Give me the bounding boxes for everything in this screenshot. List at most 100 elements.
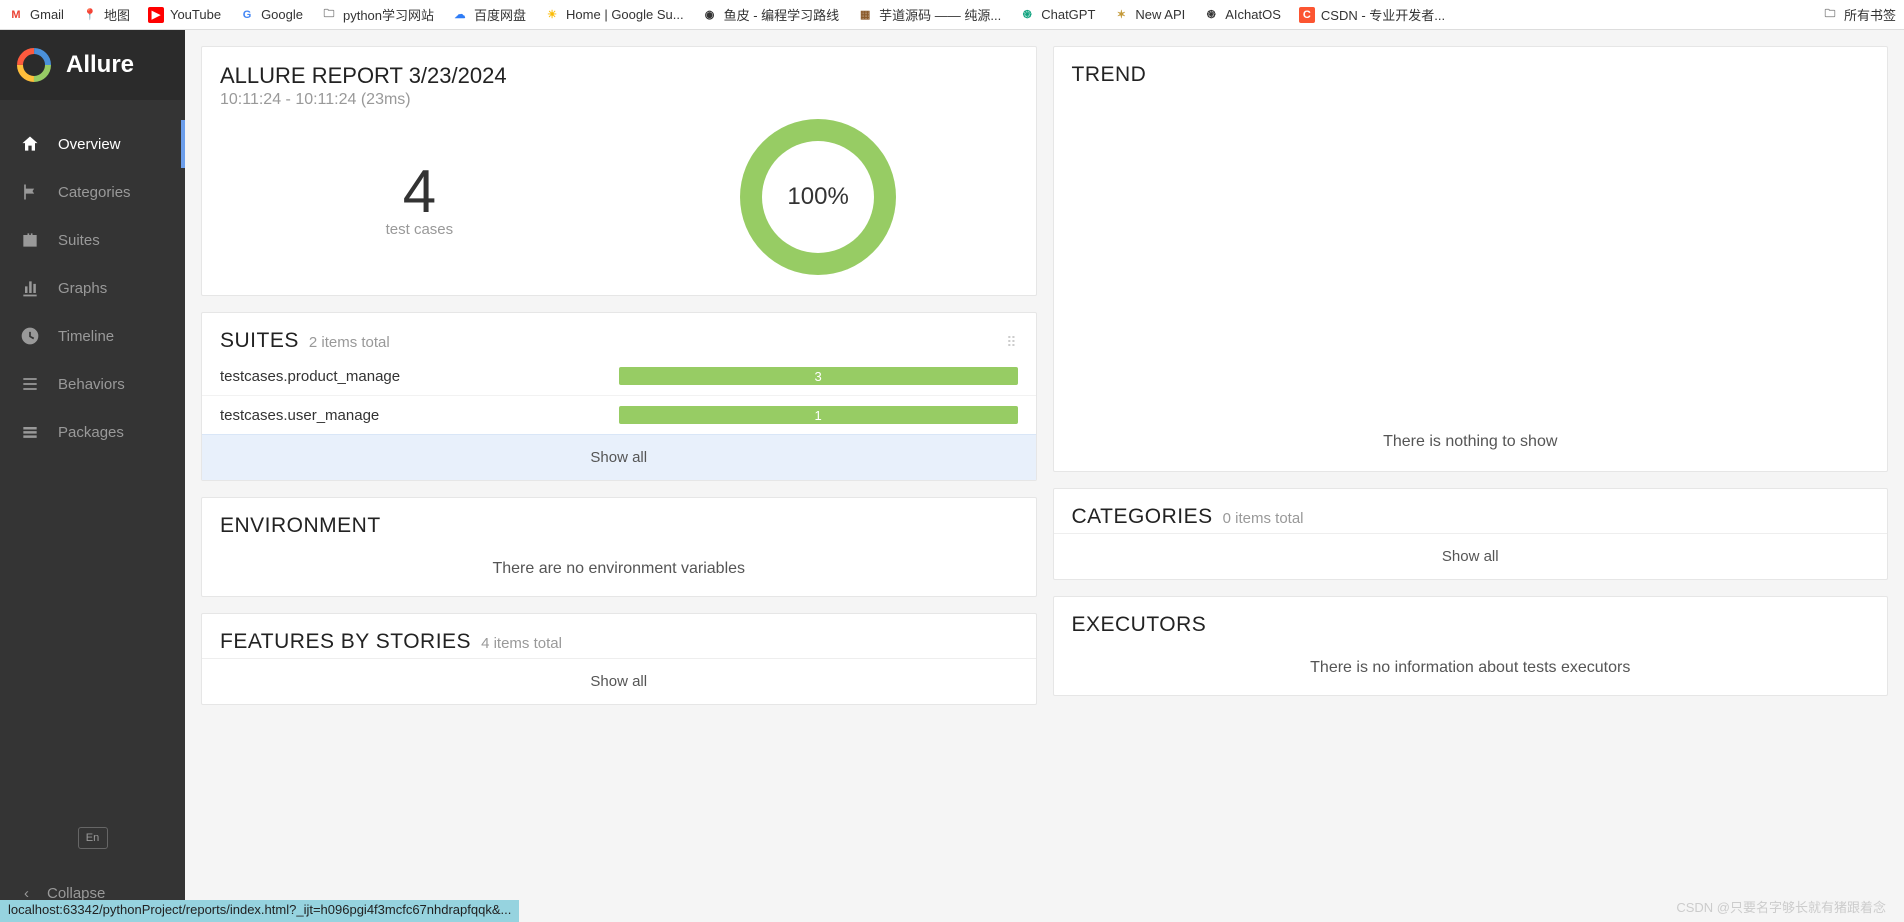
- suite-row[interactable]: testcases.user_manage 1: [202, 395, 1036, 434]
- executors-title: EXECUTORS: [1072, 613, 1207, 637]
- briefcase-icon: [20, 230, 40, 250]
- suite-name: testcases.product_manage: [220, 368, 619, 385]
- watermark: CSDN @只要名字够长就有猪跟着念: [1676, 897, 1886, 916]
- bookmark-aichatos[interactable]: ֍AIchatOS: [1203, 7, 1281, 23]
- drag-handle-icon[interactable]: ⠿: [1006, 334, 1017, 351]
- nav-label: Graphs: [58, 280, 107, 297]
- suite-bar: 3: [619, 367, 1018, 385]
- suites-show-all[interactable]: Show all: [202, 434, 1036, 480]
- nav-graphs[interactable]: Graphs: [0, 264, 185, 312]
- nav: Overview Categories Suites Graphs Timeli…: [0, 100, 185, 817]
- mask-icon: ▦: [857, 7, 873, 23]
- trend-empty: There is nothing to show: [1054, 91, 1888, 471]
- trend-title: TREND: [1072, 63, 1147, 87]
- bookmarks-bar: MGmail 📍地图 ▶YouTube GGoogle 🗀python学习网站 …: [0, 0, 1904, 30]
- bookmark-google-su[interactable]: ☀ Home | Google Su...: [544, 7, 684, 23]
- globe-icon: ◉: [702, 7, 718, 23]
- main-content: ALLURE REPORT 3/23/2024 10:11:24 - 10:11…: [185, 30, 1904, 922]
- summary-subtitle: 10:11:24 - 10:11:24 (23ms): [202, 89, 1036, 119]
- chart-icon: [20, 278, 40, 298]
- pass-donut: 100%: [619, 119, 1018, 275]
- csdn-icon: C: [1299, 7, 1315, 23]
- categories-show-all[interactable]: Show all: [1054, 533, 1888, 579]
- sidebar: Allure Overview Categories Suites Graphs…: [0, 30, 185, 922]
- bookmark-yupi[interactable]: ◉ 鱼皮 - 编程学习路线: [702, 5, 840, 24]
- nav-label: Timeline: [58, 328, 114, 345]
- bookmark-newapi[interactable]: ✶New API: [1113, 7, 1185, 23]
- pass-percent: 100%: [787, 183, 848, 211]
- nav-packages[interactable]: Packages: [0, 408, 185, 456]
- bookmark-label: 百度网盘: [474, 5, 526, 24]
- allure-logo-icon: [16, 47, 52, 83]
- logo-block[interactable]: Allure: [0, 30, 185, 100]
- categories-widget: CATEGORIES 0 items total Show all: [1053, 488, 1889, 580]
- bookmark-label: CSDN - 专业开发者...: [1321, 5, 1445, 24]
- bookmark-label: 所有书签: [1844, 5, 1896, 24]
- environment-title: ENVIRONMENT: [220, 514, 381, 538]
- nav-timeline[interactable]: Timeline: [0, 312, 185, 360]
- folder-icon: 🗀: [1822, 7, 1838, 23]
- gmail-icon: M: [8, 7, 24, 23]
- bookmark-label: 芋道源码 —— 纯源...: [879, 5, 1001, 24]
- bookmark-label: 鱼皮 - 编程学习路线: [724, 5, 840, 24]
- bookmark-label: python学习网站: [343, 5, 434, 24]
- bookmark-csdn[interactable]: C CSDN - 专业开发者...: [1299, 5, 1445, 24]
- summary-count: 4 test cases: [220, 157, 619, 238]
- test-count: 4: [220, 157, 619, 226]
- categories-subtitle: 0 items total: [1223, 510, 1304, 527]
- bookmark-all[interactable]: 🗀 所有书签: [1822, 5, 1896, 24]
- summary-widget: ALLURE REPORT 3/23/2024 10:11:24 - 10:11…: [201, 46, 1037, 296]
- bookmark-label: 地图: [104, 5, 130, 24]
- nav-behaviors[interactable]: Behaviors: [0, 360, 185, 408]
- layers-icon: [20, 422, 40, 442]
- categories-title: CATEGORIES: [1072, 505, 1213, 529]
- bookmark-baidu[interactable]: ☁百度网盘: [452, 5, 526, 24]
- nav-label: Suites: [58, 232, 100, 249]
- bookmark-label: AIchatOS: [1225, 7, 1281, 22]
- bookmark-gmail[interactable]: M Gmail: [8, 7, 64, 23]
- home-icon: [20, 134, 40, 154]
- clock-icon: [20, 326, 40, 346]
- nav-label: Behaviors: [58, 376, 125, 393]
- bookmark-maps[interactable]: 📍 地图: [82, 5, 130, 24]
- nav-label: Categories: [58, 184, 131, 201]
- openai-icon: ֍: [1019, 7, 1035, 23]
- bookmark-label: Google: [261, 7, 303, 22]
- bookmark-python-folder[interactable]: 🗀 python学习网站: [321, 5, 434, 24]
- environment-empty: There are no environment variables: [202, 542, 1036, 596]
- nav-label: Overview: [58, 136, 121, 153]
- bookmark-google[interactable]: G Google: [239, 7, 303, 23]
- environment-widget: ENVIRONMENT There are no environment var…: [201, 497, 1037, 597]
- suites-title: SUITES: [220, 329, 299, 353]
- nav-categories[interactable]: Categories: [0, 168, 185, 216]
- bookmark-youtube[interactable]: ▶YouTube: [148, 7, 221, 23]
- language-toggle[interactable]: En: [78, 827, 108, 849]
- flag-icon: [20, 182, 40, 202]
- bookmark-label: Home | Google Su...: [566, 7, 684, 22]
- status-bar-url: localhost:63342/pythonProject/reports/in…: [0, 900, 519, 922]
- google-icon: G: [239, 7, 255, 23]
- features-widget: FEATURES BY STORIES 4 items total Show a…: [201, 613, 1037, 705]
- bookmark-label: New API: [1135, 7, 1185, 22]
- suite-name: testcases.user_manage: [220, 407, 619, 424]
- executors-widget: EXECUTORS There is no information about …: [1053, 596, 1889, 696]
- executors-empty: There is no information about tests exec…: [1054, 641, 1888, 695]
- list-icon: [20, 374, 40, 394]
- nav-suites[interactable]: Suites: [0, 216, 185, 264]
- maps-icon: 📍: [82, 7, 98, 23]
- features-title: FEATURES BY STORIES: [220, 630, 471, 654]
- folder-icon: 🗀: [321, 7, 337, 23]
- suites-subtitle: 2 items total: [309, 334, 390, 351]
- features-subtitle: 4 items total: [481, 635, 562, 652]
- bookmark-yudao[interactable]: ▦ 芋道源码 —— 纯源...: [857, 5, 1001, 24]
- nav-label: Packages: [58, 424, 124, 441]
- bookmark-label: YouTube: [170, 7, 221, 22]
- summary-title: ALLURE REPORT 3/23/2024: [202, 47, 1036, 89]
- bookmark-chatgpt[interactable]: ֍ChatGPT: [1019, 7, 1095, 23]
- features-show-all[interactable]: Show all: [202, 658, 1036, 704]
- sun-icon: ☀: [544, 7, 560, 23]
- nav-overview[interactable]: Overview: [0, 120, 185, 168]
- suite-row[interactable]: testcases.product_manage 3: [202, 357, 1036, 395]
- bookmark-label: Gmail: [30, 7, 64, 22]
- suite-bar: 1: [619, 406, 1018, 424]
